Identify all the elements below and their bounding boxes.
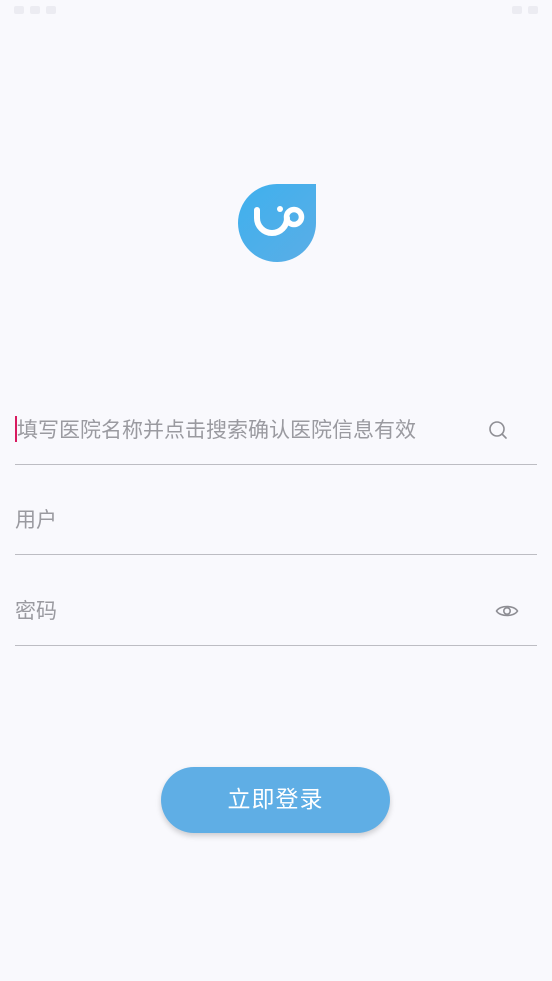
login-screen: 填写医院名称并点击搜索确认医院信息有效 用户 密码 立即登录 xyxy=(0,0,552,981)
hospital-input[interactable]: 填写医院名称并点击搜索确认医院信息有效 xyxy=(17,414,416,446)
user-field[interactable]: 用户 xyxy=(15,498,537,555)
app-logo xyxy=(237,184,317,262)
login-button[interactable]: 立即登录 xyxy=(161,767,390,833)
password-field[interactable]: 密码 xyxy=(15,589,537,646)
hospital-field[interactable]: 填写医院名称并点击搜索确认医院信息有效 xyxy=(15,408,537,465)
search-icon[interactable] xyxy=(484,416,512,444)
status-icon xyxy=(14,6,24,14)
status-icon xyxy=(46,6,56,14)
battery-icon xyxy=(528,6,538,14)
status-bar xyxy=(0,0,552,24)
eye-icon[interactable] xyxy=(493,597,521,625)
user-input[interactable]: 用户 xyxy=(15,504,57,536)
status-icon xyxy=(30,6,40,14)
status-bar-left xyxy=(14,6,56,14)
stethoscope-smile-logo-icon xyxy=(238,184,317,262)
status-bar-right xyxy=(512,6,538,14)
wifi-icon xyxy=(512,6,522,14)
password-input[interactable]: 密码 xyxy=(15,595,57,627)
